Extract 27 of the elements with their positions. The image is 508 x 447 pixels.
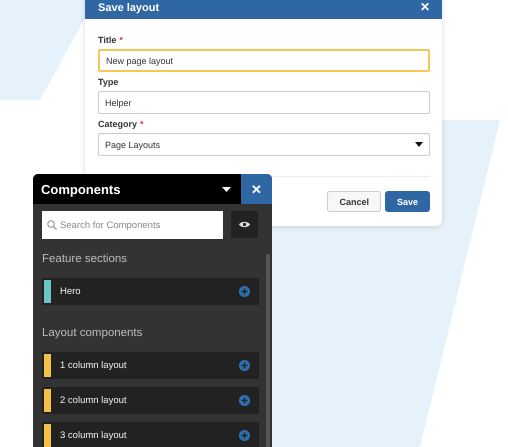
component-item[interactable]: Hero: [42, 278, 259, 305]
visibility-button[interactable]: [231, 211, 258, 238]
component-item[interactable]: 2 column layout: [42, 387, 259, 414]
caret-icon: [415, 142, 423, 147]
add-icon[interactable]: [239, 360, 250, 371]
input-field[interactable]: New page layout: [98, 49, 430, 72]
component-item[interactable]: 3 column layout: [42, 422, 259, 447]
eye-icon: [239, 221, 250, 228]
category-select[interactable]: Page Layouts: [98, 133, 430, 156]
component-item[interactable]: 1 column layout: [42, 352, 259, 379]
search-field[interactable]: Search for Components: [42, 211, 223, 239]
dialog-title: Save layout: [98, 2, 160, 14]
add-icon[interactable]: [239, 395, 250, 406]
cancel-button[interactable]: Cancel: [327, 191, 381, 212]
add-icon[interactable]: [239, 430, 250, 441]
add-icon[interactable]: [239, 286, 250, 297]
section-heading: Layout components: [42, 327, 144, 339]
save-button[interactable]: Save: [384, 191, 430, 212]
section-heading: Feature sections: [42, 253, 128, 265]
input-field[interactable]: Helper: [98, 91, 430, 114]
close-button[interactable]: ✕: [420, 0, 430, 14]
search-icon: [47, 220, 57, 230]
field-label: Category *: [98, 119, 145, 129]
panel-title: Components: [40, 180, 122, 199]
close-button[interactable]: ✕: [241, 174, 272, 204]
field-label: Title *: [98, 35, 124, 45]
field-label: Type: [98, 77, 120, 87]
